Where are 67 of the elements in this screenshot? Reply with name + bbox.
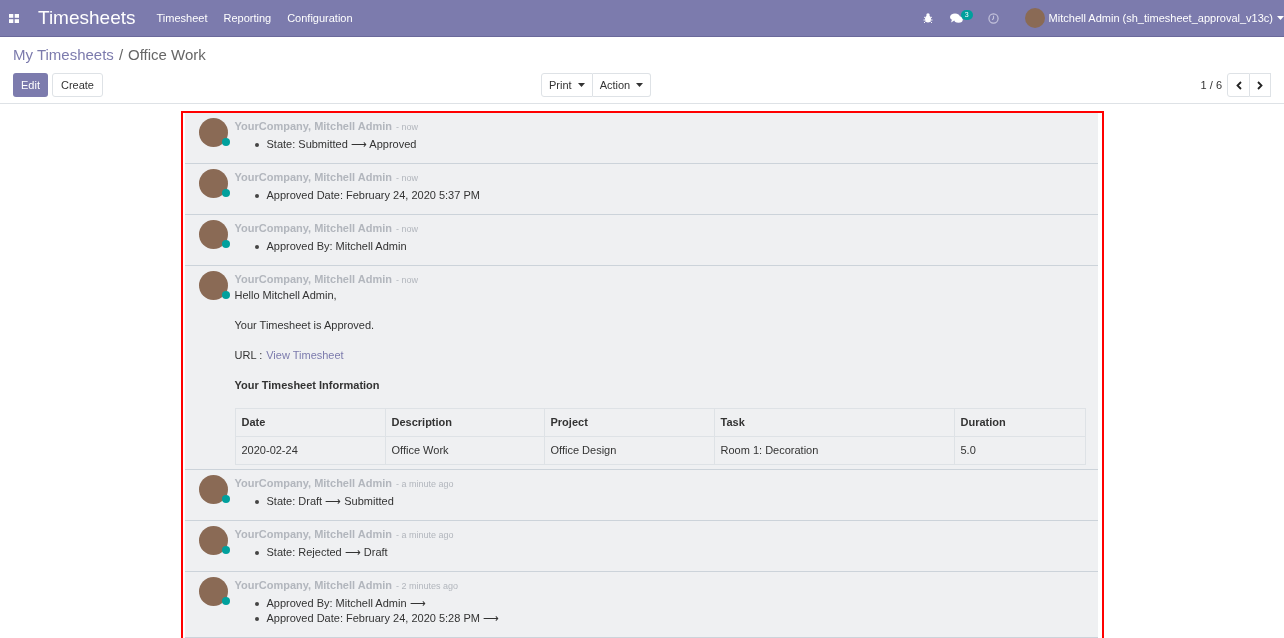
avatar [198, 118, 228, 147]
avatar [198, 526, 228, 555]
table-cell: Room 1: Decoration [714, 436, 954, 465]
email-text: Your Timesheet is Approved. [234, 318, 376, 333]
tracking-change: Approved Date: February 24, 2020 5:37 PM [266, 188, 480, 203]
tracking-change: State: Rejected ⟶ Draft [266, 545, 388, 560]
breadcrumb-current: Office Work [128, 45, 206, 65]
message-author: YourCompany, Mitchell Admin [234, 476, 392, 491]
menu-item[interactable]: Timesheet [156, 9, 208, 27]
message-author: YourCompany, Mitchell Admin [234, 119, 392, 134]
breadcrumb-separator: / [118, 45, 124, 65]
table-cell: 5.0 [954, 436, 1085, 465]
avatar [198, 169, 228, 198]
email-greeting: Hello Mitchell Admin, [234, 288, 338, 303]
avatar [198, 475, 228, 504]
app-title[interactable]: Timesheets [38, 3, 136, 33]
column-header: Description [385, 408, 544, 437]
tracking-change: Approved By: Mitchell Admin [266, 239, 407, 254]
action-dropdown[interactable]: Action [592, 73, 652, 97]
chevron-left-icon [1235, 80, 1242, 90]
bug-icon[interactable] [922, 13, 933, 23]
message-author: YourCompany, Mitchell Admin [234, 170, 392, 185]
edit-button[interactable]: Edit [13, 73, 48, 97]
bullet-icon [254, 616, 259, 621]
chevron-right-icon [1257, 80, 1263, 90]
message-author: YourCompany, Mitchell Admin [234, 527, 392, 542]
message-author: YourCompany, Mitchell Admin [234, 578, 392, 593]
previous-button[interactable] [1227, 73, 1250, 97]
caret-icon [577, 83, 585, 87]
view-timesheet-link[interactable]: View Timesheet [266, 348, 344, 363]
create-button[interactable]: Create [51, 73, 103, 97]
clock-icon[interactable] [987, 12, 999, 24]
next-button[interactable] [1250, 73, 1271, 97]
print-dropdown[interactable]: Print [541, 73, 593, 97]
pager-counter: 1 / 6 [1200, 77, 1222, 93]
column-header: Project [544, 408, 714, 437]
column-header: Duration [954, 408, 1085, 437]
menu-item[interactable]: Reporting [223, 9, 272, 27]
bullet-icon [254, 244, 259, 249]
table-cell: 2020-02-24 [235, 436, 385, 465]
table-cell: Office Work [385, 436, 544, 465]
avatar [198, 220, 228, 249]
user-menu[interactable]: Mitchell Admin (sh_timesheet_approval_v13c) [1048, 9, 1273, 27]
caret-icon[interactable] [1277, 16, 1284, 20]
url-label: URL : [234, 348, 263, 363]
message-author: YourCompany, Mitchell Admin [234, 272, 392, 287]
breadcrumb-link[interactable]: My Timesheets [13, 45, 114, 65]
caret-icon [636, 83, 644, 87]
bullet-icon [254, 499, 259, 504]
message-author: YourCompany, Mitchell Admin [234, 221, 392, 236]
avatar [198, 577, 228, 606]
apps-grid-icon[interactable] [9, 13, 19, 23]
column-header: Task [714, 408, 954, 437]
tracking-change: Approved By: Mitchell Admin ⟶ [266, 596, 426, 611]
tracking-change: Approved Date: February 24, 2020 5:28 PM ⟶ [266, 611, 499, 626]
tracking-change: State: Draft ⟶ Submitted [266, 494, 394, 509]
table-cell: Office Design [544, 436, 714, 465]
tracking-change: State: Submitted ⟶ Approved [266, 137, 417, 152]
column-header: Date [235, 408, 385, 437]
chat-bubbles-icon[interactable] [949, 12, 963, 24]
bullet-icon [254, 601, 259, 606]
info-heading: Your Timesheet Information [234, 378, 381, 393]
bullet-icon [254, 142, 259, 147]
avatar [198, 271, 228, 300]
bullet-icon [254, 193, 259, 198]
bullet-icon [254, 550, 259, 555]
menu-item[interactable]: Configuration [287, 9, 353, 27]
